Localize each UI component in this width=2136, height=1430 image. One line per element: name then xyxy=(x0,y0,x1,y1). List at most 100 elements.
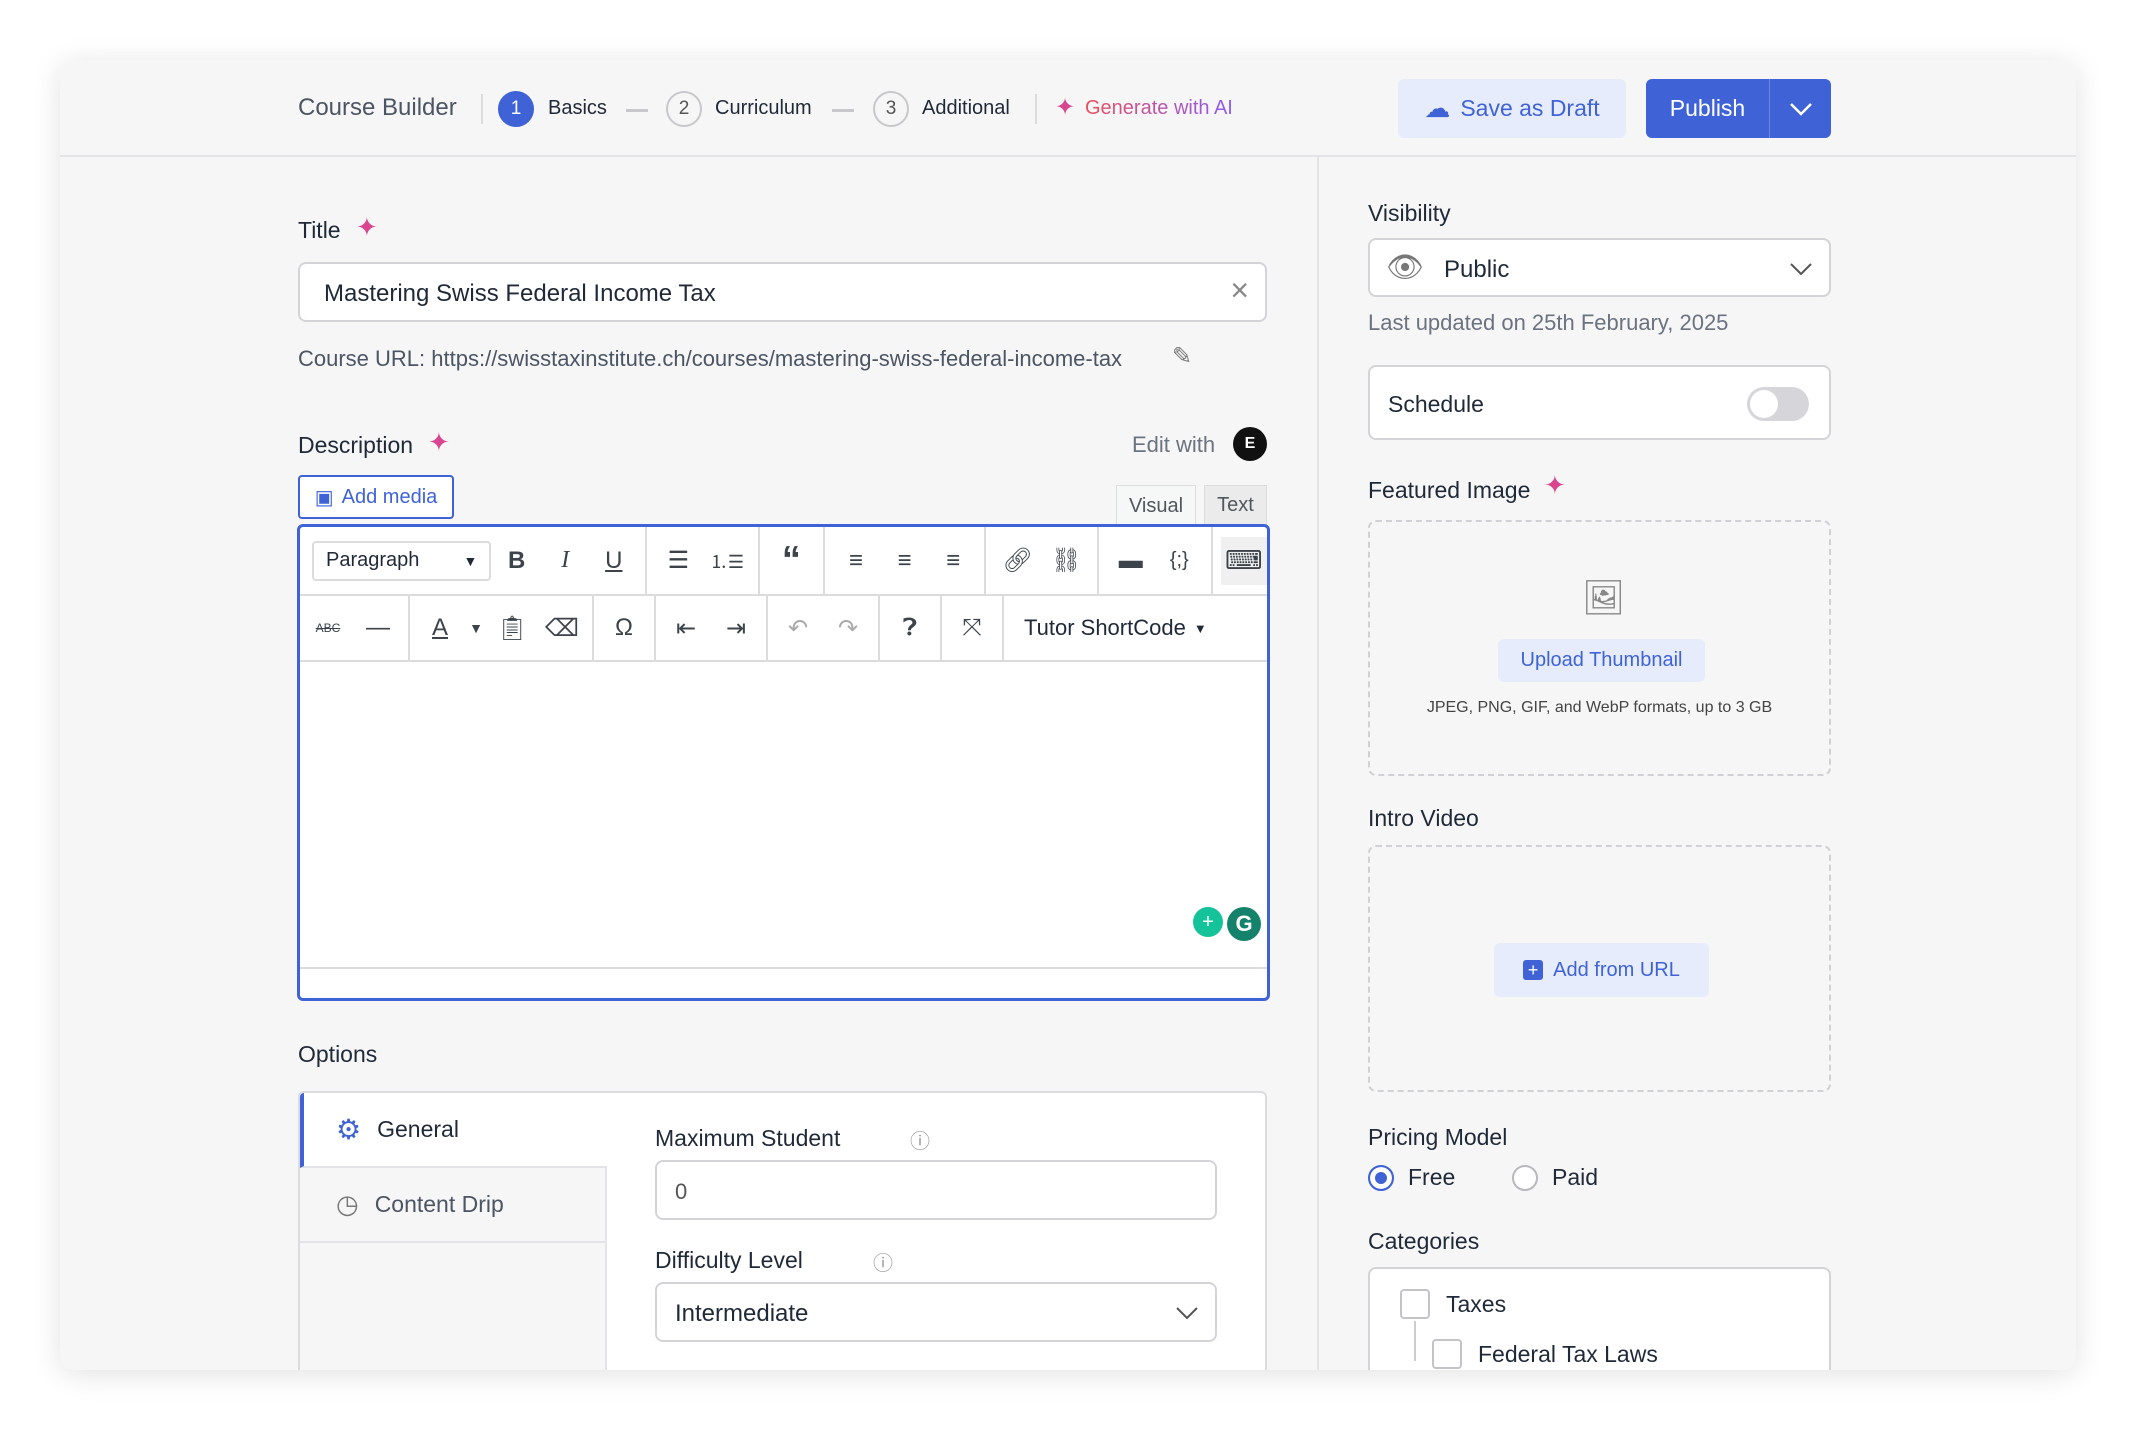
grammarly-widget[interactable]: + G xyxy=(1193,907,1261,941)
step-basics[interactable]: Basics xyxy=(548,97,607,120)
last-updated: Last updated on 25th February, 2025 xyxy=(1368,310,1729,335)
paid-radio[interactable] xyxy=(1512,1164,1538,1191)
course-builder-window: Course Builder 1 Basics 2 Curriculum 3 A… xyxy=(60,60,2076,1370)
save-draft-button[interactable]: ☁ Save as Draft xyxy=(1398,79,1626,138)
publish-button-group: Publish xyxy=(1646,79,1831,138)
text-color-dropdown-icon[interactable]: ▼ xyxy=(466,604,486,652)
ai-sparkle-icon[interactable]: ✦ xyxy=(428,427,450,458)
grammarly-tip-icon[interactable]: + xyxy=(1193,907,1223,937)
numbered-list-icon[interactable]: ⒈☰ xyxy=(704,537,751,585)
step-1-badge[interactable]: 1 xyxy=(498,91,534,127)
indent-icon[interactable]: ⇥ xyxy=(712,604,760,652)
outdent-icon[interactable]: ⇤ xyxy=(662,604,710,652)
bold-icon[interactable]: B xyxy=(493,537,540,585)
title-input[interactable]: Mastering Swiss Federal Income Tax × xyxy=(298,262,1267,322)
text-color-icon[interactable]: A xyxy=(416,604,464,652)
category-item[interactable]: Federal Tax Laws xyxy=(1432,1339,1658,1369)
category-checkbox[interactable] xyxy=(1432,1339,1462,1369)
add-media-button[interactable]: ▣ Add media xyxy=(298,475,454,519)
category-item[interactable]: Taxes xyxy=(1400,1289,1506,1319)
schedule-label: Schedule xyxy=(1388,391,1484,417)
step-additional[interactable]: Additional xyxy=(922,97,1010,120)
italic-icon[interactable]: I xyxy=(542,537,589,585)
grammarly-icon[interactable]: G xyxy=(1227,907,1261,941)
underline-icon[interactable]: U xyxy=(591,537,638,585)
title-label: Title xyxy=(298,217,341,243)
ai-sparkle-icon[interactable]: ✦ xyxy=(356,212,378,243)
category-checkbox[interactable] xyxy=(1400,1289,1430,1319)
add-media-label: Add media xyxy=(341,485,438,508)
pricing-free-option[interactable]: Free xyxy=(1368,1164,1455,1191)
options-label: Options xyxy=(298,1041,378,1067)
special-character-icon[interactable]: Ω xyxy=(600,604,648,652)
bullet-list-icon[interactable]: ☰ xyxy=(655,537,702,585)
dropdown-arrow-icon: ▼ xyxy=(463,552,478,569)
description-editor[interactable]: Paragraph ▼ B I U ☰ ⒈☰ “ ≡ ≡ ≡ 🔗︎ ⛓ ▬ {;}… xyxy=(297,524,1270,1001)
help-icon[interactable]: ❓︎ xyxy=(886,604,934,652)
elementor-icon[interactable]: E xyxy=(1233,427,1267,461)
upload-thumbnail-button[interactable]: Upload Thumbnail xyxy=(1498,639,1705,682)
tab-text[interactable]: Text xyxy=(1204,485,1267,526)
intro-video-label: Intro Video xyxy=(1368,805,1479,831)
course-url: Course URL: https://swisstaxinstitute.ch… xyxy=(298,346,1123,371)
link-icon[interactable]: 🔗︎ xyxy=(994,537,1041,585)
redo-icon[interactable]: ↷ xyxy=(824,604,872,652)
toolbar-toggle-icon[interactable]: ⌨ xyxy=(1220,536,1267,585)
eye-icon: 👁︎ xyxy=(1386,251,1425,284)
max-student-input[interactable]: 0 xyxy=(655,1160,1217,1220)
featured-image-label: Featured Image xyxy=(1368,477,1531,503)
info-icon[interactable]: ⓘ xyxy=(873,1247,893,1276)
code-icon[interactable]: {;} xyxy=(1156,537,1203,585)
clear-formatting-icon[interactable]: ⌫ xyxy=(538,604,586,652)
step-2-badge[interactable]: 2 xyxy=(666,91,702,127)
chevron-down-icon xyxy=(1790,263,1812,276)
tab-content-drip-label: Content Drip xyxy=(374,1191,504,1217)
step-3-badge[interactable]: 3 xyxy=(873,91,909,127)
visibility-select[interactable]: 👁︎ Public xyxy=(1368,238,1831,297)
paste-text-icon[interactable]: 📋︎ xyxy=(488,604,536,652)
free-radio[interactable] xyxy=(1368,1164,1394,1191)
step-connector xyxy=(626,109,648,112)
publish-button[interactable]: Publish xyxy=(1646,79,1770,138)
align-center-icon[interactable]: ≡ xyxy=(881,537,928,585)
ai-sparkle-icon[interactable]: ✦ xyxy=(1544,470,1566,501)
tab-visual[interactable]: Visual xyxy=(1116,485,1196,526)
step-curriculum[interactable]: Curriculum xyxy=(715,97,812,120)
unlink-icon[interactable]: ⛓ xyxy=(1043,537,1090,585)
schedule-toggle[interactable] xyxy=(1747,387,1809,421)
align-left-icon[interactable]: ≡ xyxy=(833,537,880,585)
edit-url-icon[interactable]: ✎ xyxy=(1172,342,1192,371)
fullscreen-icon[interactable]: ⤧ xyxy=(948,604,996,652)
step-connector xyxy=(832,109,854,112)
image-add-icon: 🖼︎ xyxy=(1582,579,1626,617)
publish-options-chevron-icon[interactable] xyxy=(1770,79,1831,138)
tab-content-drip[interactable]: ◷ Content Drip xyxy=(300,1168,607,1243)
featured-image-dropzone[interactable]: 🖼︎ Upload Thumbnail JPEG, PNG, GIF, and … xyxy=(1368,520,1831,776)
column-divider xyxy=(1317,157,1319,1370)
edit-with-label: Edit with xyxy=(1132,432,1216,457)
category-label: Federal Tax Laws xyxy=(1478,1340,1658,1367)
tutor-shortcode-dropdown[interactable]: Tutor ShortCode ▼ xyxy=(1010,615,1221,641)
visibility-value: Public xyxy=(1444,256,1510,283)
plus-icon: + xyxy=(1523,960,1544,980)
clear-icon[interactable]: × xyxy=(1230,272,1249,309)
format-select[interactable]: Paragraph ▼ xyxy=(312,540,492,581)
difficulty-select[interactable]: Intermediate xyxy=(655,1282,1217,1342)
shortcode-label: Tutor ShortCode xyxy=(1024,615,1186,640)
tab-general[interactable]: ⚙ General xyxy=(300,1093,607,1168)
divider xyxy=(481,94,483,124)
read-more-icon[interactable]: ▬ xyxy=(1107,537,1154,585)
info-icon[interactable]: ⓘ xyxy=(910,1125,930,1154)
undo-icon[interactable]: ↶ xyxy=(774,604,822,652)
align-right-icon[interactable]: ≡ xyxy=(930,537,977,585)
horizontal-line-icon[interactable]: — xyxy=(354,604,402,652)
intro-video-dropzone[interactable]: + Add from URL xyxy=(1368,845,1831,1092)
category-label: Taxes xyxy=(1446,1290,1507,1317)
strikethrough-icon[interactable]: ABC xyxy=(304,604,352,652)
add-from-url-button[interactable]: + Add from URL xyxy=(1494,943,1709,997)
top-bar: Course Builder 1 Basics 2 Curriculum 3 A… xyxy=(60,60,2076,157)
clock-icon: ◷ xyxy=(336,1189,359,1219)
generate-ai-button[interactable]: Generate with AI xyxy=(1085,97,1233,120)
blockquote-icon[interactable]: “ xyxy=(768,537,815,585)
pricing-paid-option[interactable]: Paid xyxy=(1512,1164,1598,1191)
